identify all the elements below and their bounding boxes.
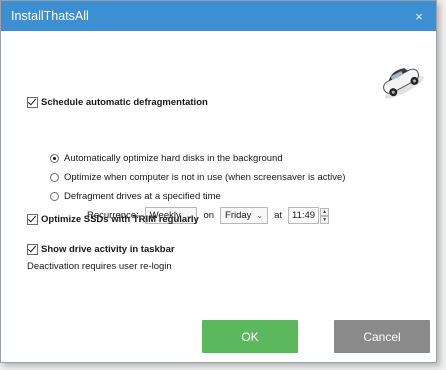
title-bar: InstallThatsAll × (1, 1, 436, 31)
taskbar-activity-label: Show drive activity in taskbar (41, 244, 175, 255)
schedule-defrag-label: Schedule automatic defragmentation (41, 97, 208, 108)
radio-label: Automatically optimize hard disks in the… (64, 153, 283, 164)
radio-specified-time[interactable]: Defragment drives at a specified time (50, 191, 221, 202)
ssd-trim-label: Optimize SSDs with TRIM regularly (41, 214, 199, 225)
spin-up-icon[interactable]: ▲ (320, 207, 330, 216)
ssd-trim-checkbox[interactable]: Optimize SSDs with TRIM regularly (27, 214, 199, 225)
cancel-button[interactable]: Cancel (334, 320, 430, 353)
checkbox-box[interactable] (27, 244, 38, 255)
radio-button[interactable] (50, 154, 59, 163)
radio-optimize-background[interactable]: Automatically optimize hard disks in the… (50, 153, 283, 164)
on-label: on (203, 210, 215, 221)
chevron-down-icon: ⌄ (256, 211, 264, 220)
day-value: Friday (225, 210, 252, 221)
radio-label: Optimize when computer is not in use (wh… (64, 172, 346, 183)
time-stepper[interactable]: ▲ ▼ (320, 207, 330, 224)
close-icon[interactable]: × (412, 9, 426, 24)
window-title: InstallThatsAll (11, 9, 89, 23)
relogin-note: Deactivation requires user re-login (27, 261, 172, 272)
schedule-defrag-checkbox[interactable]: Schedule automatic defragmentation (27, 97, 208, 108)
time-input[interactable]: 11:49 (288, 207, 320, 224)
time-value: 11:49 (292, 210, 316, 221)
checkbox-box[interactable] (27, 97, 38, 108)
radio-button[interactable] (50, 173, 59, 182)
dialog-content: Schedule automatic defragmentation Autom… (1, 31, 436, 362)
ok-button[interactable]: OK (202, 320, 298, 353)
radio-label: Defragment drives at a specified time (64, 191, 221, 202)
taskbar-activity-checkbox[interactable]: Show drive activity in taskbar (27, 244, 175, 255)
radio-optimize-idle[interactable]: Optimize when computer is not in use (wh… (50, 172, 345, 183)
car-image (383, 68, 424, 99)
day-select[interactable]: Friday ⌄ (220, 207, 269, 224)
spin-down-icon[interactable]: ▼ (320, 215, 330, 224)
at-label: at (274, 210, 283, 221)
radio-button[interactable] (50, 192, 59, 201)
dialog-window: InstallThatsAll × Schedule automatic def… (0, 0, 437, 363)
checkbox-box[interactable] (27, 214, 38, 225)
